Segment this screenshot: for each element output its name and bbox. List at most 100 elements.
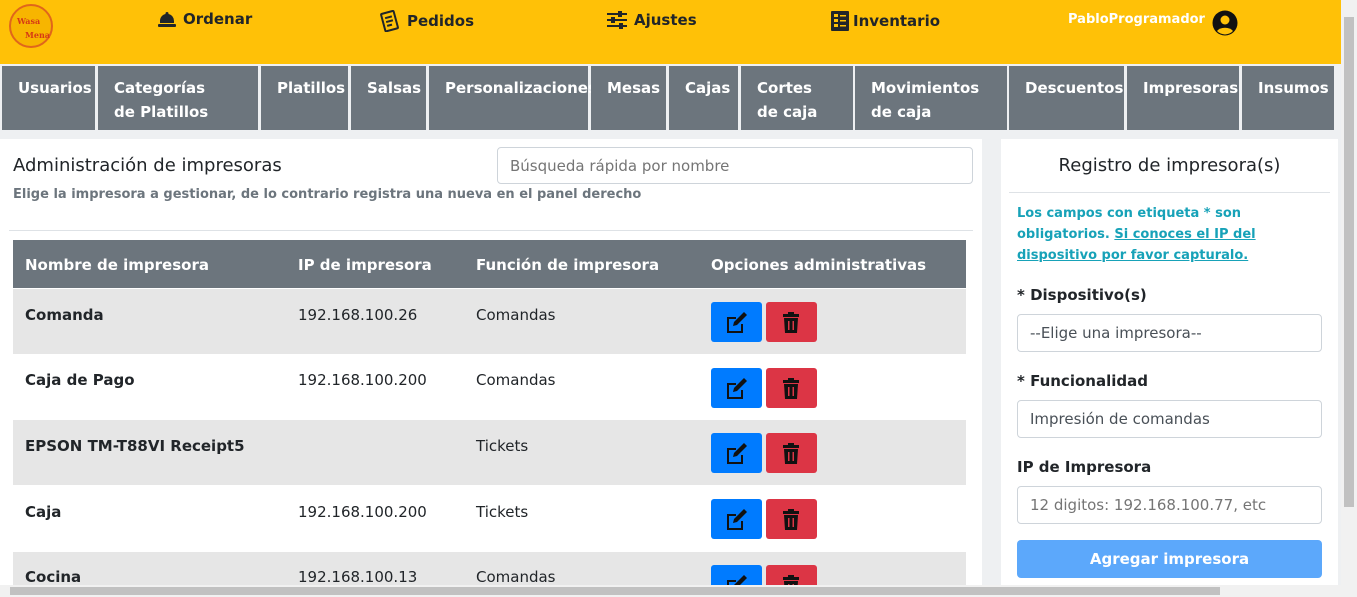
tab-mesas[interactable]: Mesas [591,66,666,130]
bell-icon [158,12,176,27]
device-label: * Dispositivo(s) [1017,286,1147,304]
header-function: Función de impresora [476,256,660,274]
tab-usuarios[interactable]: Usuarios [2,66,95,130]
brand-logo[interactable]: Wasa Mena [9,4,53,48]
printer-ip: 192.168.100.13 [298,568,418,585]
delete-button[interactable] [766,302,817,342]
table-row[interactable]: Caja de Pago 192.168.100.200 Comandas [13,355,966,420]
tab-movimientos-de-caja[interactable]: Movimientos de caja [855,66,1007,130]
delete-button[interactable] [766,499,817,539]
printer-ip: 192.168.100.200 [298,371,427,389]
tab-label: Cajas [685,79,731,97]
tab-platillos[interactable]: Platillos [261,66,348,130]
nav-ordenar[interactable]: Ordenar [157,10,252,28]
tab-label: Cortes de caja [757,79,818,121]
tab-label: Descuentos [1025,79,1124,97]
search-input[interactable] [497,147,973,184]
edit-icon [727,575,747,585]
trash-icon [783,575,799,585]
table-row[interactable]: Comanda 192.168.100.26 Comandas [13,289,966,354]
printer-name: Cocina [25,568,82,585]
tab-impresoras[interactable]: Impresoras [1127,66,1239,130]
header-name: Nombre de impresora [25,256,209,274]
nav-ajustes[interactable]: Ajustes [606,10,697,30]
tab-insumos[interactable]: Insumos [1242,66,1334,130]
nav-inventario-label: Inventario [853,12,941,30]
printer-function: Tickets [476,503,529,521]
ip-label: IP de Impresora [1017,458,1152,476]
delete-button[interactable] [766,368,817,408]
receipt-icon [380,10,399,32]
sliders-icon [607,11,627,29]
user-avatar-icon[interactable] [1212,10,1238,36]
edit-button[interactable] [711,302,762,342]
tab-label: Categorías de Platillos [114,79,209,121]
tab-label: Impresoras [1143,79,1239,97]
printer-function: Tickets [476,437,529,455]
tab-personalizaciones[interactable]: Personalizaciones [429,66,597,130]
header-options: Opciones administrativas [711,256,927,274]
printer-function: Comandas [476,568,556,585]
table-row[interactable]: EPSON TM-T88VI Receipt5 Tickets [13,420,966,485]
settings-tabs: Usuarios Categorías de Platillos Platill… [0,64,1341,132]
tab-salsas[interactable]: Salsas [351,66,426,130]
table-header: Nombre de impresora IP de impresora Func… [13,240,966,288]
divider [1009,192,1330,193]
printer-name: Caja de Pago [25,371,135,389]
printer-name: Caja [25,503,62,521]
form-info: Los campos con etiqueta * son obligatori… [1017,203,1327,266]
table-row[interactable]: Cocina 192.168.100.13 Comandas [13,552,966,585]
horizontal-scroll-thumb[interactable] [10,587,1220,595]
tab-label: Usuarios [18,79,92,97]
tab-descuentos[interactable]: Descuentos [1009,66,1124,130]
edit-icon [727,378,747,399]
function-label: * Funcionalidad [1017,372,1148,390]
page-title: Administración de impresoras [13,155,282,176]
printer-name: EPSON TM-T88VI Receipt5 [25,437,245,455]
page-subtitle: Elige la impresora a gestionar, de lo co… [13,187,642,202]
logo-text-bottom: Mena [25,30,50,40]
add-printer-button[interactable]: Agregar impresora [1017,540,1322,578]
header-ip: IP de impresora [298,256,432,274]
edit-button[interactable] [711,368,762,408]
trash-icon [783,378,799,399]
nav-inventario[interactable]: Inventario [829,10,940,32]
printer-ip: 192.168.100.26 [298,306,418,324]
edit-icon [727,443,747,464]
edit-icon [727,509,747,530]
device-select[interactable]: --Elige una impresora-- [1017,314,1322,352]
tab-cortes-de-caja[interactable]: Cortes de caja [741,66,853,130]
printer-function: Comandas [476,371,556,389]
function-select[interactable]: Impresión de comandas [1017,400,1322,438]
delete-button[interactable] [766,433,817,473]
delete-button[interactable] [766,565,817,585]
logo-text-top: Wasa [17,16,41,26]
tab-label: Mesas [607,79,661,97]
tab-cajas[interactable]: Cajas [669,66,738,130]
tab-label: Movimientos de caja [871,79,980,121]
divider [9,230,973,231]
nav-pedidos[interactable]: Pedidos [379,10,474,32]
tab-label: Personalizaciones [445,79,597,97]
printer-ip: 192.168.100.200 [298,503,427,521]
printer-name: Comanda [25,306,104,324]
edit-button[interactable] [711,433,762,473]
tab-label: Platillos [277,79,346,97]
inventory-icon [831,11,849,31]
edit-button[interactable] [711,565,762,585]
tab-label: Insumos [1258,79,1329,97]
printer-function: Comandas [476,306,556,324]
table-row[interactable]: Caja 192.168.100.200 Tickets [13,486,966,551]
tab-categorias[interactable]: Categorías de Platillos [98,66,258,130]
nav-ajustes-label: Ajustes [634,11,697,29]
nav-pedidos-label: Pedidos [407,12,475,30]
trash-icon [783,312,799,333]
edit-icon [727,312,747,333]
trash-icon [783,443,799,464]
form-title: Registro de impresora(s) [1058,155,1281,176]
vertical-scroll-thumb[interactable] [1344,17,1354,507]
edit-button[interactable] [711,499,762,539]
username[interactable]: PabloProgramador [1068,12,1205,27]
ip-input[interactable] [1017,486,1322,524]
nav-ordenar-label: Ordenar [183,10,253,28]
